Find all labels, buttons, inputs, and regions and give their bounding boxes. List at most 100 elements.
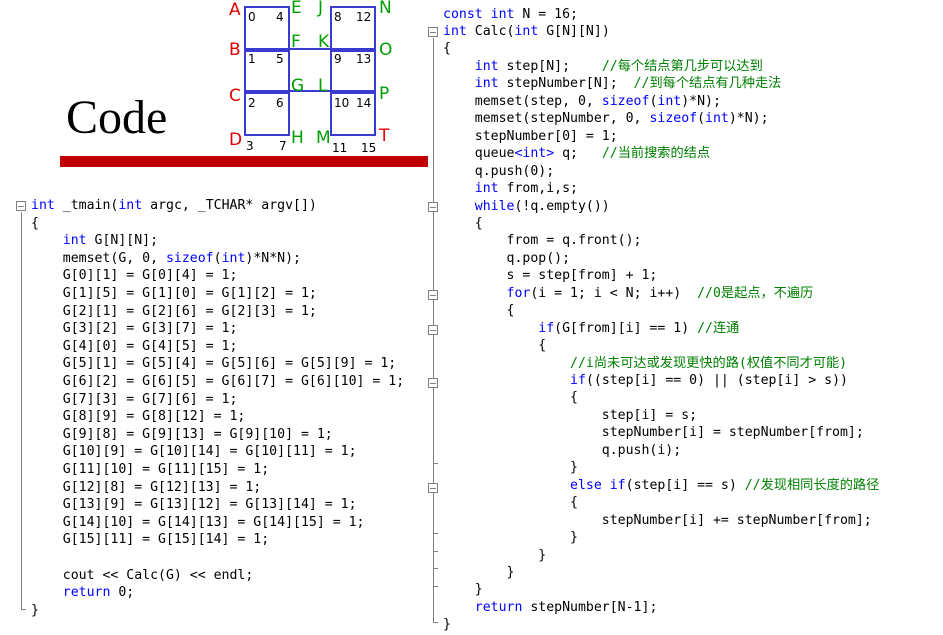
node-letter: T (379, 126, 390, 146)
node-number: 12 (356, 10, 372, 24)
code-text: { (443, 338, 547, 354)
code-comment: //当前搜索的结点 (601, 146, 711, 162)
code-text: q.pop(); (443, 250, 571, 266)
code-text: } (443, 582, 483, 598)
node-letter: M (316, 128, 331, 148)
code-line: return 0; (31, 584, 134, 602)
code-text: { (31, 215, 39, 231)
code-line: return stepNumber[N-1]; (443, 599, 658, 617)
code-text: stepNumber[N]; (498, 76, 634, 92)
code-comment: //i尚未可达或发现更快的路(权值不同才可能) (570, 355, 848, 371)
code-text: q.push(0); (443, 163, 555, 179)
code-text: G[11][10] = G[11][15] = 1; (31, 462, 270, 477)
const-declaration: const int N = 16; (443, 6, 578, 24)
code-text: } (31, 602, 39, 618)
code-line: int G[N][N]; (31, 232, 158, 250)
code-text: memset(step, 0, (443, 93, 602, 109)
code-line: cout << Calc(G) << endl; (31, 567, 254, 585)
code-text: } (443, 547, 547, 563)
code-text: { (443, 303, 515, 319)
code-line: int stepNumber[N]; //到每个结点有几种走法 (443, 75, 782, 93)
code-text: queue (443, 146, 515, 162)
code-text: stepNumber[0] = 1; (443, 128, 618, 144)
code-line: G[3][2] = G[3][7] = 1; (31, 320, 238, 338)
code-comment: //发现相同长度的路径 (744, 477, 880, 493)
code-text: } (443, 530, 578, 546)
code-text: { (443, 495, 578, 511)
code-line: queue<int> q; //当前搜索的结点 (443, 145, 710, 163)
code-text: )*N); (728, 111, 769, 127)
code-keyword: else if (570, 477, 626, 493)
code-keyword: int (474, 58, 499, 74)
code-line: { (443, 494, 578, 512)
code-comment: //0是起点，不遍历 (697, 285, 814, 301)
code-keyword: return (62, 585, 111, 601)
code-keyword: int (31, 198, 55, 213)
code-line: } (443, 581, 483, 599)
node-number: 8 (334, 10, 342, 24)
code-keyword: sizeof (601, 93, 650, 109)
code-line: { (31, 215, 39, 233)
fold-toggle[interactable] (428, 202, 438, 212)
code-text: G[14][10] = G[14][13] = G[14][15] = 1; (31, 514, 365, 530)
code-line: { (443, 389, 578, 407)
code-line: G[0][1] = G[0][4] = 1; (31, 267, 238, 285)
code-line: memset(stepNumber, 0, sizeof(int)*N); (443, 110, 769, 128)
code-line: G[1][5] = G[1][0] = G[1][2] = 1; (31, 285, 317, 303)
code-text: 0; (110, 585, 135, 601)
fold-end (433, 586, 438, 587)
node-letter: B (229, 40, 241, 60)
node-number: 13 (356, 52, 372, 66)
code-text: step[N]; (498, 58, 602, 74)
code-text: G[13][9] = G[13][12] = G[13][14] = 1; (31, 497, 357, 513)
code-text: stepNumber[i] = stepNumber[from]; (443, 425, 864, 441)
fold-toggle[interactable] (428, 325, 438, 335)
node-number: 15 (361, 141, 377, 155)
node-number: 3 (246, 139, 254, 153)
code-text: G[1][5] = G[1][0] = G[1][2] = 1; (31, 286, 317, 301)
code-text: G[5][1] = G[5][4] = G[5][6] = G[5][9] = … (31, 356, 397, 372)
fold-toggle[interactable] (428, 378, 438, 388)
fold-toggle[interactable] (428, 27, 438, 37)
code-line: stepNumber[i] = stepNumber[from]; (443, 424, 864, 442)
main-function-code: int _tmain(int argc, _TCHAR* argv[]){ in… (31, 197, 431, 621)
code-keyword: if (570, 373, 586, 388)
fold-end (433, 463, 438, 464)
node-letter: G (291, 76, 305, 96)
code-line: while(!q.empty()) (443, 198, 610, 216)
node-letter: N (379, 0, 392, 18)
fold-end (433, 533, 438, 534)
code-line: int _tmain(int argc, _TCHAR* argv[]) (31, 197, 317, 215)
code-text: ( (697, 111, 706, 127)
fold-end (433, 551, 438, 552)
node-number: 14 (356, 96, 372, 110)
code-text: G[6][2] = G[6][5] = G[6][7] = G[6][10] =… (31, 374, 405, 389)
code-keyword: int (62, 233, 87, 249)
code-line: if((step[i] == 0) || (step[i] > s)) (443, 372, 848, 390)
code-line: int Calc(int G[N][N]) (443, 23, 610, 41)
code-text: from,i,s; (498, 181, 578, 197)
code-text: } (443, 460, 578, 476)
node-number: 4 (276, 10, 284, 24)
fold-toggle[interactable] (428, 290, 438, 300)
fold-toggle[interactable] (428, 483, 438, 493)
code-line: G[10][9] = G[10][14] = G[10][11] = 1; (31, 443, 357, 461)
code-comment: //到每个结点有几种走法 (633, 76, 782, 92)
node-number: 0 (248, 10, 256, 24)
code-text: _tmain( (54, 198, 119, 213)
node-number: 5 (276, 52, 284, 66)
node-letter: E (291, 0, 302, 18)
code-line: } (443, 564, 515, 582)
code-text: q.push(i); (443, 442, 682, 458)
code-title: Code (66, 91, 168, 144)
code-line: } (443, 529, 578, 547)
code-line: { (443, 337, 546, 355)
node-letter: A (229, 0, 241, 20)
fold-toggle[interactable] (16, 201, 26, 211)
code-line: int step[N]; //每个结点第几步可以达到 (443, 58, 763, 76)
code-text: G[12][8] = G[12][13] = 1; (31, 479, 262, 495)
